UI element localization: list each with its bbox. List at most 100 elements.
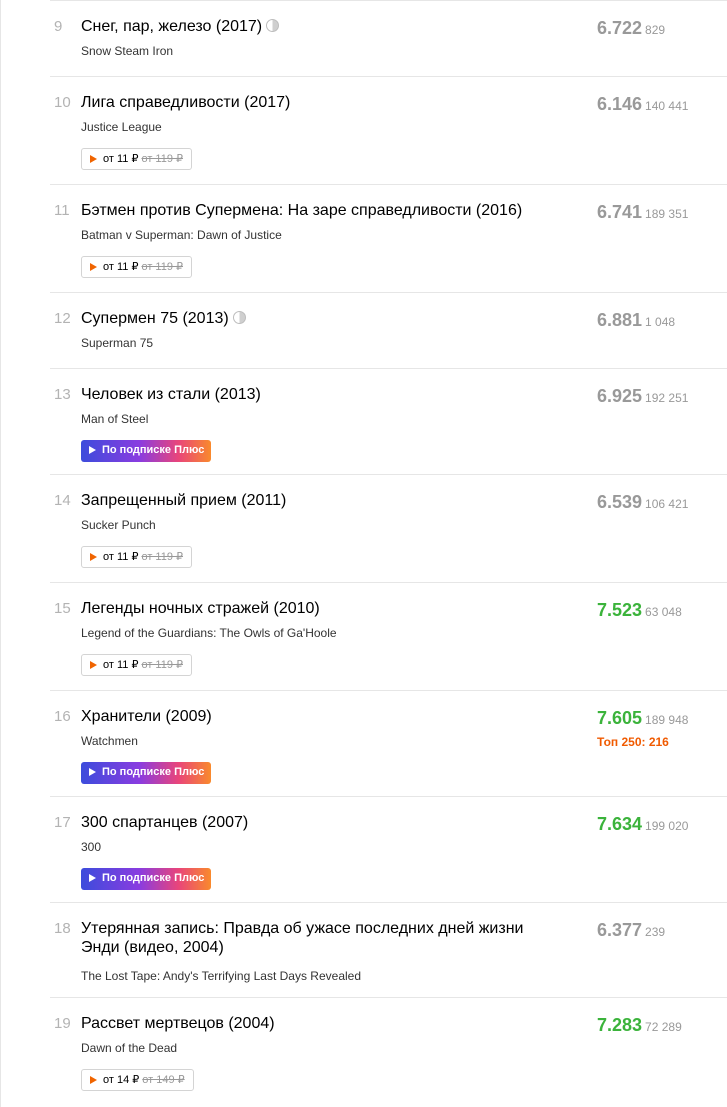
film-position: 18	[54, 920, 71, 937]
votes-count: 829	[645, 23, 666, 37]
rating-value: 7.283	[597, 1015, 643, 1035]
film-title[interactable]: Супермен 75 (2013)	[81, 309, 561, 328]
film-list: 9 Снег, пар, железо (2017) Snow Steam Ir…	[0, 0, 727, 1107]
film-rating: 6.377 239	[597, 920, 665, 941]
buy-price: от 14 ₽	[103, 1074, 140, 1086]
plus-label: По подписке Плюс	[102, 766, 205, 778]
film-title-text[interactable]: Лига справедливости (2017)	[81, 94, 290, 111]
film-row[interactable]: 19 Рассвет мертвецов (2004) Dawn of the …	[50, 997, 727, 1105]
film-title[interactable]: Утерянная запись: Правда об ужасе послед…	[81, 919, 561, 957]
rating-value: 7.634	[597, 814, 643, 834]
film-title-text[interactable]: Снег, пар, железо (2017)	[81, 18, 262, 35]
film-rating: 7.605 189 948	[597, 708, 688, 729]
film-title-text[interactable]: Хранители (2009)	[81, 708, 212, 725]
buy-price: от 11 ₽	[103, 551, 139, 563]
film-row[interactable]: 17 300 спартанцев (2007) 300 7.634 199 02…	[50, 796, 727, 902]
play-icon	[90, 661, 97, 669]
buy-button[interactable]: от 11 ₽ от 119 ₽	[81, 148, 193, 170]
film-title-text[interactable]: Легенды ночных стражей (2010)	[81, 600, 320, 617]
film-original-title: Dawn of the Dead	[81, 1041, 178, 1055]
film-position: 12	[54, 310, 71, 327]
rating-scale-icon	[232, 311, 246, 324]
film-row[interactable]: 12 Супермен 75 (2013) Superman 75 6.881 1…	[50, 292, 727, 368]
film-original-title: Sucker Punch	[81, 518, 156, 532]
film-row[interactable]: 9 Снег, пар, железо (2017) Snow Steam Ir…	[50, 0, 727, 76]
votes-count: 239	[645, 925, 666, 939]
film-original-title: Watchmen	[81, 734, 138, 748]
film-title[interactable]: 300 спартанцев (2007)	[81, 813, 561, 832]
film-title-text[interactable]: Рассвет мертвецов (2004)	[81, 1015, 275, 1032]
film-rating: 6.539 106 421	[597, 492, 688, 513]
film-title[interactable]: Снег, пар, железо (2017)	[81, 17, 561, 36]
buy-old-price: от 149 ₽	[142, 1074, 185, 1086]
plus-label: По подписке Плюс	[102, 872, 205, 884]
film-title-text[interactable]: Утерянная запись: Правда об ужасе послед…	[81, 920, 523, 956]
film-title-text[interactable]: Человек из стали (2013)	[81, 386, 261, 403]
film-position: 17	[54, 814, 71, 831]
film-title[interactable]: Легенды ночных стражей (2010)	[81, 599, 561, 618]
play-icon	[89, 768, 96, 776]
rating-value: 7.605	[597, 708, 643, 728]
play-icon	[90, 1076, 97, 1084]
buy-old-price: от 119 ₽	[141, 153, 184, 165]
buy-price: от 11 ₽	[103, 659, 139, 671]
buy-price: от 11 ₽	[103, 261, 139, 273]
film-title[interactable]: Бэтмен против Супермена: На заре справед…	[81, 201, 561, 220]
film-title[interactable]: Хранители (2009)	[81, 707, 561, 726]
film-row[interactable]: 15 Легенды ночных стражей (2010) Legend …	[50, 582, 727, 690]
film-title-text[interactable]: 300 спартанцев (2007)	[81, 814, 248, 831]
film-original-title: 300	[81, 840, 102, 854]
top250-badge: Топ 250: 216	[597, 735, 669, 749]
film-title[interactable]: Лига справедливости (2017)	[81, 93, 561, 112]
film-position: 9	[54, 18, 63, 35]
buy-button[interactable]: от 14 ₽ от 149 ₽	[81, 1069, 194, 1091]
buy-old-price: от 119 ₽	[141, 551, 184, 563]
plus-subscription-button[interactable]: По подписке Плюс	[81, 868, 212, 890]
votes-count: 189 948	[645, 713, 689, 727]
rating-value: 6.377	[597, 920, 643, 940]
film-position: 11	[54, 202, 70, 219]
buy-button[interactable]: от 11 ₽ от 119 ₽	[81, 256, 193, 278]
votes-count: 140 441	[645, 99, 689, 113]
buy-button[interactable]: от 11 ₽ от 119 ₽	[81, 546, 193, 568]
film-rating: 7.283 72 289	[597, 1015, 682, 1036]
film-rating: 6.146 140 441	[597, 94, 688, 115]
plus-subscription-button[interactable]: По подписке Плюс	[81, 762, 212, 784]
votes-count: 189 351	[645, 207, 689, 221]
play-icon	[89, 446, 96, 454]
film-position: 15	[54, 600, 71, 617]
film-row[interactable]: 14 Запрещенный прием (2011) Sucker Punch…	[50, 474, 727, 582]
film-position: 13	[54, 386, 71, 403]
rating-value: 6.881	[597, 310, 643, 330]
film-title[interactable]: Рассвет мертвецов (2004)	[81, 1014, 561, 1033]
film-title-text[interactable]: Супермен 75 (2013)	[81, 310, 229, 327]
buy-button[interactable]: от 11 ₽ от 119 ₽	[81, 654, 193, 676]
film-original-title: Man of Steel	[81, 412, 149, 426]
film-position: 10	[54, 94, 71, 111]
film-rating: 7.523 63 048	[597, 600, 682, 621]
rating-value: 7.523	[597, 600, 643, 620]
rating-value: 6.539	[597, 492, 643, 512]
rating-scale-icon	[266, 19, 280, 32]
rating-value: 6.722	[597, 18, 643, 38]
rating-value: 6.146	[597, 94, 643, 114]
plus-subscription-button[interactable]: По подписке Плюс	[81, 440, 212, 462]
film-row[interactable]: 16 Хранители (2009) Watchmen 7.605 189 94…	[50, 690, 727, 796]
film-original-title: Superman 75	[81, 336, 154, 350]
film-row[interactable]: 10 Лига справедливости (2017) Justice Le…	[50, 76, 727, 184]
film-original-title: Snow Steam Iron	[81, 44, 174, 58]
film-title-text[interactable]: Бэтмен против Супермена: На заре справед…	[81, 202, 522, 219]
film-title[interactable]: Человек из стали (2013)	[81, 385, 561, 404]
film-row[interactable]: 13 Человек из стали (2013) Man of Steel …	[50, 368, 727, 474]
film-title-text[interactable]: Запрещенный прием (2011)	[81, 492, 286, 509]
film-row[interactable]: 18 Утерянная запись: Правда об ужасе пос…	[50, 902, 727, 997]
votes-count: 106 421	[645, 497, 689, 511]
play-icon	[89, 874, 96, 882]
film-title[interactable]: Запрещенный прием (2011)	[81, 491, 561, 510]
film-row[interactable]: 11 Бэтмен против Супермена: На заре спра…	[50, 184, 727, 292]
film-position: 16	[54, 708, 71, 725]
plus-label: По подписке Плюс	[102, 444, 205, 456]
buy-price: от 11 ₽	[103, 153, 139, 165]
film-original-title: The Lost Tape: Andy's Terrifying Last Da…	[81, 969, 362, 983]
votes-count: 63 048	[645, 605, 682, 619]
